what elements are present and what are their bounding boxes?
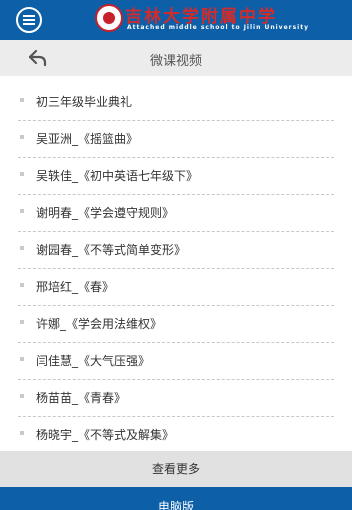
school-logo[interactable]: 吉林大学附属中学 Attached middle school to Jilin…	[95, 4, 308, 36]
bullet-icon	[20, 320, 24, 324]
list-item[interactable]: 吴亚洲_《摇篮曲》	[18, 121, 334, 158]
bullet-icon	[20, 283, 24, 287]
list-item-label: 杨苗苗_《青春》	[36, 391, 127, 405]
list-item[interactable]: 闫佳慧_《大气压强》	[18, 343, 334, 380]
menu-icon[interactable]	[16, 7, 42, 33]
page-title: 微课视频	[149, 54, 202, 69]
bullet-icon	[20, 431, 24, 435]
list-item[interactable]: 杨晓宇_《不等式及解集》	[18, 417, 334, 454]
school-seal-icon	[95, 4, 123, 32]
list-item-label: 杨晓宇_《不等式及解集》	[36, 428, 175, 442]
bullet-icon	[20, 246, 24, 250]
bullet-icon	[20, 357, 24, 361]
section-bar: 微课视频	[0, 40, 352, 76]
bullet-icon	[20, 135, 24, 139]
list-item-label: 邢培红_《春》	[36, 280, 115, 294]
list-item-label: 吴亚洲_《摇篮曲》	[36, 132, 139, 146]
list-item[interactable]: 谢明春_《学会遵守规则》	[18, 195, 334, 232]
list-item-label: 许娜_《学会用法维权》	[36, 317, 163, 331]
bullet-icon	[20, 98, 24, 102]
top-header: 吉林大学附属中学 Attached middle school to Jilin…	[0, 0, 352, 40]
bullet-icon	[20, 394, 24, 398]
list-item-label: 闫佳慧_《大气压强》	[36, 354, 151, 368]
logo-english-name: Attached middle school to Jilin Universi…	[127, 24, 310, 31]
list-item[interactable]: 初三年级毕业典礼	[18, 84, 334, 121]
desktop-version-link[interactable]: 电脑版	[0, 498, 352, 510]
bullet-icon	[20, 209, 24, 213]
list-item-label: 谢明春_《学会遵守规则》	[36, 206, 175, 220]
list-item[interactable]: 吴轶佳_《初中英语七年级下》	[18, 158, 334, 195]
view-more-button[interactable]: 查看更多	[0, 451, 352, 487]
list-item[interactable]: 邢培红_《春》	[18, 269, 334, 306]
list-item[interactable]: 谢园春_《不等式简单变形》	[18, 232, 334, 269]
list-item[interactable]: 杨苗苗_《青春》	[18, 380, 334, 417]
list-item-label: 吴轶佳_《初中英语七年级下》	[36, 169, 199, 183]
bullet-icon	[20, 172, 24, 176]
list-item[interactable]: 许娜_《学会用法维权》	[18, 306, 334, 343]
footer-bar: 电脑版	[0, 487, 352, 510]
list-item-label: 初三年级毕业典礼	[36, 95, 133, 109]
list-item-label: 谢园春_《不等式简单变形》	[36, 243, 187, 257]
